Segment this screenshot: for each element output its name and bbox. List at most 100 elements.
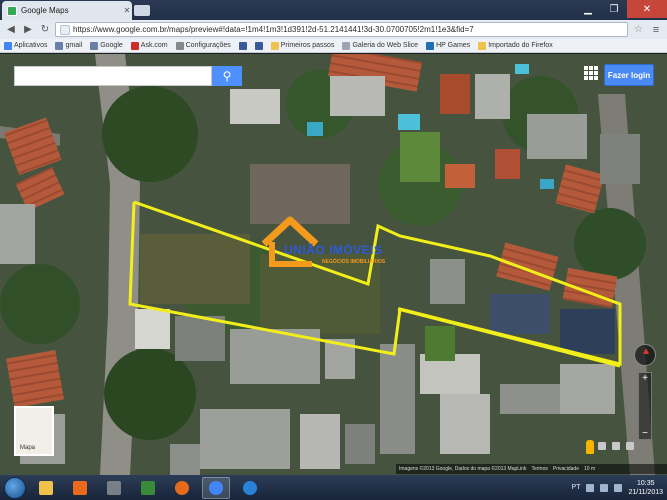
taskbar-explorer-icon <box>39 480 53 495</box>
zoom-in-icon[interactable]: + <box>642 373 648 384</box>
new-tab-button[interactable] <box>134 5 150 16</box>
taskbar-media[interactable] <box>66 477 94 499</box>
bookmark-label: Google <box>100 42 123 49</box>
back-icon[interactable]: ◀ <box>4 23 18 37</box>
watermark-subtitle: NEGÓCIOS IMOBILIÁRIOS <box>322 259 386 265</box>
search-button[interactable]: ⚲ <box>212 66 242 86</box>
privacy-link[interactable]: Privacidade <box>553 466 579 472</box>
page-icon <box>342 41 351 50</box>
taskbar-firefox[interactable] <box>168 477 196 499</box>
address-bar[interactable]: https://www.google.com.br/maps/preview#!… <box>55 22 629 37</box>
clock-date: 21/11/2013 <box>628 488 663 496</box>
map-type-label: Mapa <box>20 445 36 451</box>
taskbar-explorer[interactable] <box>32 477 60 499</box>
clock[interactable]: 10:35 21/11/2013 <box>628 479 663 497</box>
taskbar-app-icon <box>141 480 155 495</box>
compass-icon[interactable] <box>634 344 656 366</box>
clock-time: 10:35 <box>636 479 655 487</box>
bookmark-item[interactable]: gmail <box>55 41 83 50</box>
facebook-icon <box>238 41 247 50</box>
bookmark-label: Configurações <box>185 42 231 49</box>
browser-toolbar: ◀ ▶ ↻ https://www.google.com.br/maps/pre… <box>0 20 667 39</box>
zoom-control[interactable]: + − <box>638 372 652 440</box>
taskbar-apps <box>32 476 264 499</box>
bookmark-item[interactable] <box>254 41 263 50</box>
taskbar-printer-icon <box>107 480 121 495</box>
watermark-title: UNIÃO IMÓVEIS <box>284 243 383 257</box>
tab-title: Google Maps <box>21 6 69 15</box>
bookmark-star-icon[interactable]: ☆ <box>631 24 646 35</box>
login-button[interactable]: Fazer login <box>604 64 654 86</box>
bookmark-item[interactable]: HP Games <box>426 41 471 50</box>
url-text: https://www.google.com.br/maps/preview#!… <box>73 25 474 34</box>
start-button[interactable] <box>4 476 26 499</box>
bookmark-item[interactable]: Primeiros passos <box>270 41 335 50</box>
attribution-text: Imagens ©2013 Google, Dados do mapa ©201… <box>399 466 527 472</box>
network-icon[interactable] <box>600 483 609 492</box>
gmail-icon <box>55 41 64 50</box>
reload-icon[interactable]: ↻ <box>38 23 52 37</box>
bookmark-label: Primeiros passos <box>280 42 335 49</box>
taskbar-chrome[interactable] <box>202 476 230 499</box>
bookmark-label: Aplicativos <box>14 42 48 49</box>
street-view-pegman-icon[interactable] <box>586 440 594 454</box>
bookmark-label: Ask.com <box>140 42 168 49</box>
rotate-icon[interactable] <box>612 442 620 450</box>
chrome-menu-icon[interactable]: ≡ <box>649 24 663 36</box>
bookmark-item[interactable]: Galeria do Web Slice <box>342 41 419 50</box>
scale-label: 10 m <box>584 466 596 472</box>
bookmarks-bar: Aplicativos gmail Google Ask.com Configuraçõ… <box>0 39 667 53</box>
volume-icon[interactable] <box>614 483 623 492</box>
page-icon <box>60 24 70 35</box>
map-tools <box>598 442 634 450</box>
google-icon <box>90 41 99 50</box>
facebook-icon <box>254 41 263 50</box>
map-attribution: Imagens ©2013 Google, Dados do mapa ©201… <box>396 464 667 474</box>
taskbar-printer[interactable] <box>100 477 128 499</box>
folder-icon <box>478 41 487 50</box>
bookmark-label: Galeria do Web Slice <box>352 42 419 49</box>
taskbar-ie[interactable] <box>236 477 264 499</box>
help-icon[interactable] <box>626 442 634 450</box>
apps-icon <box>4 41 12 50</box>
windows-taskbar: PT 10:35 21/11/2013 <box>0 475 667 500</box>
system-tray: PT 10:35 21/11/2013 <box>572 475 663 500</box>
terms-link[interactable]: Termos <box>531 466 547 472</box>
bookmark-label: gmail <box>65 42 83 49</box>
satellite-map[interactable]: ⚲ Fazer login UNIÃO IMÓVEIS NEGÓCIOS IMO… <box>0 54 667 475</box>
bookmark-item[interactable]: Importado do Firefox <box>478 41 553 50</box>
flag-icon[interactable] <box>586 483 595 492</box>
taskbar-ie-icon <box>243 480 257 495</box>
map-type-thumbnail[interactable]: Mapa <box>14 406 54 456</box>
window-titlebar: Google Maps ✕ ▁ ❐ ✕ <box>0 0 667 20</box>
taskbar-app[interactable] <box>134 477 162 499</box>
language-indicator[interactable]: PT <box>572 484 581 491</box>
bookmark-item[interactable] <box>238 41 247 50</box>
ask-icon <box>130 41 139 50</box>
bookmark-item[interactable]: Configurações <box>175 41 231 50</box>
bookmark-item[interactable]: Aplicativos <box>4 41 48 50</box>
hp-icon <box>426 41 435 50</box>
wrench-icon <box>175 41 184 50</box>
bookmark-label: HP Games <box>436 42 471 49</box>
maximize-icon[interactable]: ❐ <box>601 0 627 18</box>
taskbar-chrome-icon <box>209 480 223 495</box>
close-window-icon[interactable]: ✕ <box>627 0 667 18</box>
browser-tab[interactable]: Google Maps ✕ <box>2 1 132 20</box>
taskbar-firefox-icon <box>175 480 189 495</box>
tab-close-icon[interactable]: ✕ <box>122 6 132 15</box>
zoom-out-icon[interactable]: − <box>642 428 648 439</box>
bookmark-item[interactable]: Google <box>90 41 123 50</box>
bookmark-item[interactable]: Ask.com <box>130 41 168 50</box>
window-controls: ▁ ❐ ✕ <box>575 0 667 18</box>
taskbar-media-icon <box>73 480 87 495</box>
union-imoveis-watermark: UNIÃO IMÓVEIS NEGÓCIOS IMOBILIÁRIOS <box>262 214 412 274</box>
folder-icon <box>270 41 279 50</box>
tilt-icon[interactable] <box>598 442 606 450</box>
map-search-input[interactable] <box>14 66 212 86</box>
google-maps-favicon-icon <box>7 5 17 16</box>
forward-icon[interactable]: ▶ <box>21 23 35 37</box>
search-icon: ⚲ <box>222 69 232 83</box>
minimize-icon[interactable]: ▁ <box>575 0 601 18</box>
google-apps-icon[interactable] <box>584 66 598 80</box>
